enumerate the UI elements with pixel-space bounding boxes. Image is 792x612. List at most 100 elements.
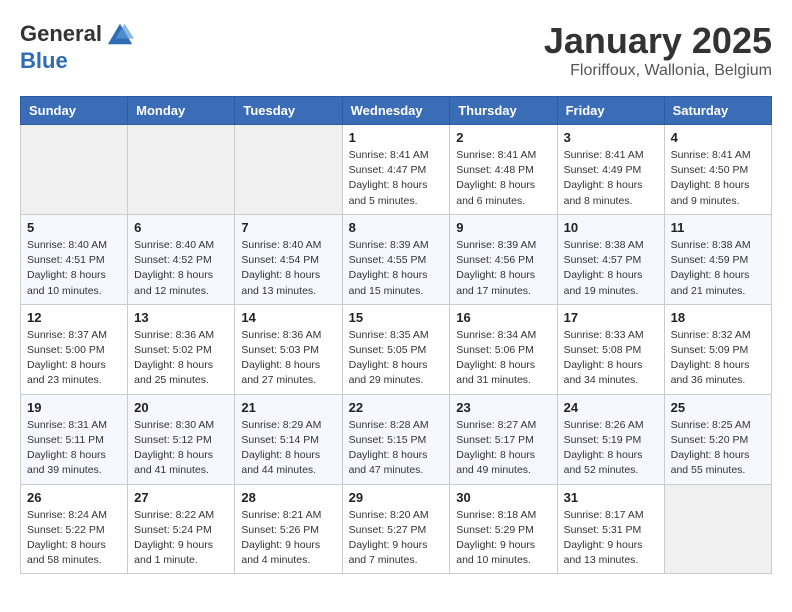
day-number: 15: [349, 310, 444, 325]
day-number: 30: [456, 490, 550, 505]
calendar-cell: 16 Sunrise: 8:34 AM Sunset: 5:06 PM Dayli…: [450, 304, 557, 394]
calendar-cell: 25 Sunrise: 8:25 AM Sunset: 5:20 PM Dayli…: [664, 394, 771, 484]
day-info: Sunrise: 8:41 AM Sunset: 4:50 PM Dayligh…: [671, 148, 765, 209]
calendar-cell: 5 Sunrise: 8:40 AM Sunset: 4:51 PM Daylig…: [21, 214, 128, 304]
calendar-cell: 12Sunrise: 8:37 AM Sunset: 5:00 PM Dayli…: [21, 304, 128, 394]
month-title: January 2025: [544, 20, 772, 62]
day-number: 28: [241, 490, 335, 505]
calendar-cell: 22Sunrise: 8:28 AM Sunset: 5:15 PM Dayli…: [342, 394, 450, 484]
day-info: Sunrise: 8:22 AM Sunset: 5:24 PM Dayligh…: [134, 508, 228, 569]
day-number: 29: [349, 490, 444, 505]
calendar-cell: 30 Sunrise: 8:18 AM Sunset: 5:29 PM Dayli…: [450, 484, 557, 574]
calendar-cell: 23Sunrise: 8:27 AM Sunset: 5:17 PM Dayli…: [450, 394, 557, 484]
day-info: Sunrise: 8:29 AM Sunset: 5:14 PM Dayligh…: [241, 418, 335, 479]
calendar-cell: 6 Sunrise: 8:40 AM Sunset: 4:52 PM Daylig…: [128, 214, 235, 304]
day-info: Sunrise: 8:36 AM Sunset: 5:03 PM Dayligh…: [241, 328, 335, 389]
calendar-weekday-header: Tuesday: [235, 97, 342, 125]
calendar-cell: 31 Sunrise: 8:17 AM Sunset: 5:31 PM Dayli…: [557, 484, 664, 574]
day-number: 2: [456, 130, 550, 145]
day-info: Sunrise: 8:40 AM Sunset: 4:51 PM Dayligh…: [27, 238, 121, 299]
logo-icon: [106, 20, 134, 48]
day-info: Sunrise: 8:41 AM Sunset: 4:48 PM Dayligh…: [456, 148, 550, 209]
calendar-cell: 24Sunrise: 8:26 AM Sunset: 5:19 PM Dayli…: [557, 394, 664, 484]
calendar-weekday-header: Wednesday: [342, 97, 450, 125]
day-number: 12: [27, 310, 121, 325]
day-info: Sunrise: 8:39 AM Sunset: 4:55 PM Dayligh…: [349, 238, 444, 299]
calendar-week-row: 12Sunrise: 8:37 AM Sunset: 5:00 PM Dayli…: [21, 304, 772, 394]
day-info: Sunrise: 8:24 AM Sunset: 5:22 PM Dayligh…: [27, 508, 121, 569]
day-info: Sunrise: 8:26 AM Sunset: 5:19 PM Dayligh…: [564, 418, 658, 479]
day-info: Sunrise: 8:17 AM Sunset: 5:31 PM Dayligh…: [564, 508, 658, 569]
day-number: 20: [134, 400, 228, 415]
location-subtitle: Floriffoux, Wallonia, Belgium: [544, 62, 772, 80]
day-number: 17: [564, 310, 658, 325]
day-info: Sunrise: 8:40 AM Sunset: 4:54 PM Dayligh…: [241, 238, 335, 299]
day-number: 3: [564, 130, 658, 145]
calendar-cell: [21, 125, 128, 215]
calendar-cell: 18 Sunrise: 8:32 AM Sunset: 5:09 PM Dayli…: [664, 304, 771, 394]
logo-blue-text: Blue: [20, 48, 68, 74]
calendar-cell: 17 Sunrise: 8:33 AM Sunset: 5:08 PM Dayli…: [557, 304, 664, 394]
calendar-cell: 14Sunrise: 8:36 AM Sunset: 5:03 PM Dayli…: [235, 304, 342, 394]
day-info: Sunrise: 8:25 AM Sunset: 5:20 PM Dayligh…: [671, 418, 765, 479]
calendar-weekday-header: Saturday: [664, 97, 771, 125]
day-number: 10: [564, 220, 658, 235]
calendar-cell: 20 Sunrise: 8:30 AM Sunset: 5:12 PM Dayli…: [128, 394, 235, 484]
day-number: 31: [564, 490, 658, 505]
calendar-week-row: 5 Sunrise: 8:40 AM Sunset: 4:51 PM Daylig…: [21, 214, 772, 304]
day-number: 25: [671, 400, 765, 415]
title-section: January 2025 Floriffoux, Wallonia, Belgi…: [544, 20, 772, 80]
calendar-cell: [128, 125, 235, 215]
day-number: 21: [241, 400, 335, 415]
day-number: 4: [671, 130, 765, 145]
day-number: 18: [671, 310, 765, 325]
calendar-cell: 3Sunrise: 8:41 AM Sunset: 4:49 PM Daylig…: [557, 125, 664, 215]
day-number: 19: [27, 400, 121, 415]
day-number: 9: [456, 220, 550, 235]
day-info: Sunrise: 8:41 AM Sunset: 4:47 PM Dayligh…: [349, 148, 444, 209]
calendar-cell: 11Sunrise: 8:38 AM Sunset: 4:59 PM Dayli…: [664, 214, 771, 304]
calendar-table: SundayMondayTuesdayWednesdayThursdayFrid…: [20, 96, 772, 574]
day-info: Sunrise: 8:33 AM Sunset: 5:08 PM Dayligh…: [564, 328, 658, 389]
day-info: Sunrise: 8:34 AM Sunset: 5:06 PM Dayligh…: [456, 328, 550, 389]
logo: General Blue: [20, 20, 134, 74]
day-info: Sunrise: 8:40 AM Sunset: 4:52 PM Dayligh…: [134, 238, 228, 299]
day-info: Sunrise: 8:21 AM Sunset: 5:26 PM Dayligh…: [241, 508, 335, 569]
calendar-week-row: 26Sunrise: 8:24 AM Sunset: 5:22 PM Dayli…: [21, 484, 772, 574]
calendar-cell: 19Sunrise: 8:31 AM Sunset: 5:11 PM Dayli…: [21, 394, 128, 484]
calendar-week-row: 1 Sunrise: 8:41 AM Sunset: 4:47 PM Daylig…: [21, 125, 772, 215]
day-number: 1: [349, 130, 444, 145]
calendar-weekday-header: Friday: [557, 97, 664, 125]
calendar-cell: 1 Sunrise: 8:41 AM Sunset: 4:47 PM Daylig…: [342, 125, 450, 215]
day-info: Sunrise: 8:32 AM Sunset: 5:09 PM Dayligh…: [671, 328, 765, 389]
calendar-weekday-header: Sunday: [21, 97, 128, 125]
calendar-cell: [664, 484, 771, 574]
day-number: 8: [349, 220, 444, 235]
day-info: Sunrise: 8:18 AM Sunset: 5:29 PM Dayligh…: [456, 508, 550, 569]
day-number: 16: [456, 310, 550, 325]
day-number: 11: [671, 220, 765, 235]
day-number: 5: [27, 220, 121, 235]
calendar-cell: 15 Sunrise: 8:35 AM Sunset: 5:05 PM Dayli…: [342, 304, 450, 394]
day-number: 13: [134, 310, 228, 325]
calendar-cell: 27 Sunrise: 8:22 AM Sunset: 5:24 PM Dayli…: [128, 484, 235, 574]
calendar-week-row: 19Sunrise: 8:31 AM Sunset: 5:11 PM Dayli…: [21, 394, 772, 484]
day-number: 27: [134, 490, 228, 505]
calendar-cell: 21 Sunrise: 8:29 AM Sunset: 5:14 PM Dayli…: [235, 394, 342, 484]
day-info: Sunrise: 8:39 AM Sunset: 4:56 PM Dayligh…: [456, 238, 550, 299]
calendar-cell: 26Sunrise: 8:24 AM Sunset: 5:22 PM Dayli…: [21, 484, 128, 574]
page-header: General Blue January 2025 Floriffoux, Wa…: [20, 20, 772, 80]
calendar-header-row: SundayMondayTuesdayWednesdayThursdayFrid…: [21, 97, 772, 125]
day-info: Sunrise: 8:28 AM Sunset: 5:15 PM Dayligh…: [349, 418, 444, 479]
day-info: Sunrise: 8:35 AM Sunset: 5:05 PM Dayligh…: [349, 328, 444, 389]
calendar-cell: 28 Sunrise: 8:21 AM Sunset: 5:26 PM Dayli…: [235, 484, 342, 574]
calendar-cell: 7 Sunrise: 8:40 AM Sunset: 4:54 PM Daylig…: [235, 214, 342, 304]
day-info: Sunrise: 8:30 AM Sunset: 5:12 PM Dayligh…: [134, 418, 228, 479]
day-info: Sunrise: 8:38 AM Sunset: 4:57 PM Dayligh…: [564, 238, 658, 299]
day-info: Sunrise: 8:36 AM Sunset: 5:02 PM Dayligh…: [134, 328, 228, 389]
calendar-cell: 29Sunrise: 8:20 AM Sunset: 5:27 PM Dayli…: [342, 484, 450, 574]
logo-general-text: General: [20, 21, 102, 47]
calendar-cell: 8 Sunrise: 8:39 AM Sunset: 4:55 PM Daylig…: [342, 214, 450, 304]
day-number: 6: [134, 220, 228, 235]
day-number: 7: [241, 220, 335, 235]
